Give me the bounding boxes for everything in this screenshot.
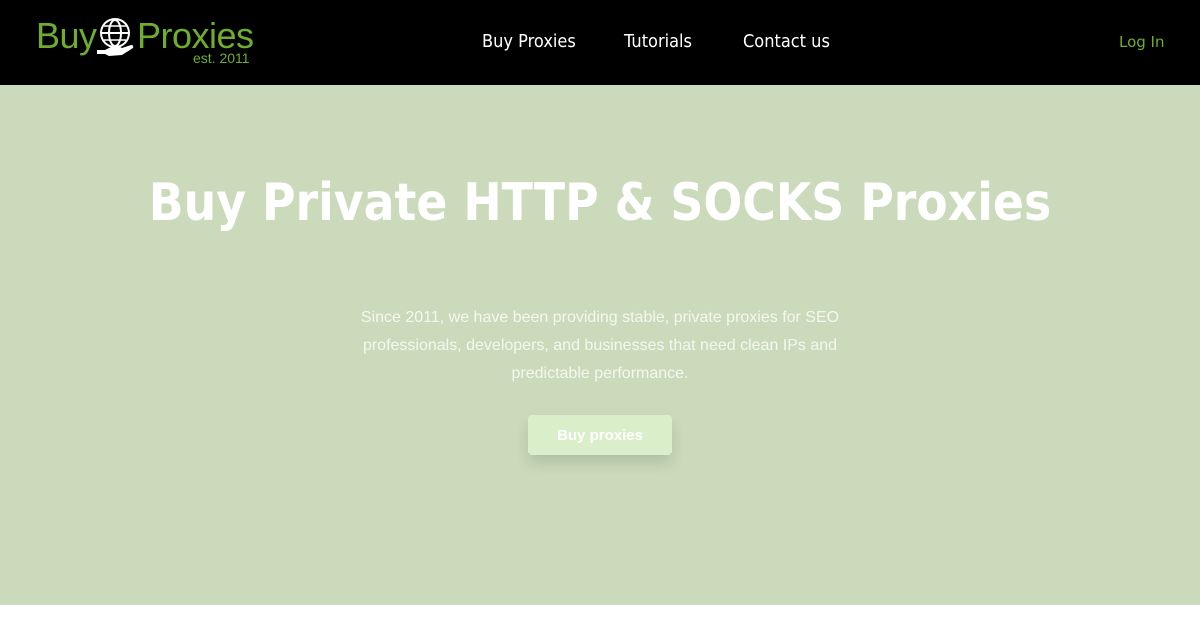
nav-contact-us[interactable]: Contact us bbox=[743, 30, 830, 54]
buy-proxies-button[interactable]: Buy proxies bbox=[528, 415, 672, 455]
hero-description: Since 2011, we have been providing stabl… bbox=[360, 309, 840, 382]
hero-title: Buy Private HTTP & SOCKS Proxies bbox=[148, 173, 1052, 233]
nav-tutorials[interactable]: Tutorials bbox=[624, 30, 692, 54]
login-link[interactable]: Log In bbox=[1119, 32, 1165, 52]
hero-section: Buy Private HTTP & SOCKS Proxies Since 2… bbox=[0, 85, 1200, 605]
main-nav: Buy Proxies Tutorials Contact us bbox=[0, 0, 1200, 85]
page-bottom-strip bbox=[0, 605, 1200, 630]
nav-buy-proxies[interactable]: Buy Proxies bbox=[482, 30, 576, 54]
top-navbar: Buy Proxies est. 2011 Buy Proxies Tutori… bbox=[0, 0, 1200, 85]
